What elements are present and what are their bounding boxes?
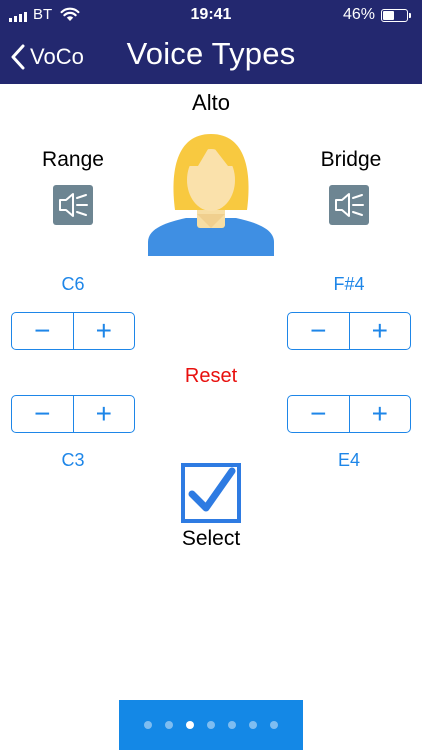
page-dot[interactable] (207, 721, 215, 729)
page-dot[interactable] (144, 721, 152, 729)
select-checkbox[interactable] (181, 463, 241, 523)
page-dot[interactable] (165, 721, 173, 729)
decrement-button[interactable]: − (288, 396, 349, 432)
increment-button[interactable]: + (348, 396, 411, 432)
page-dot[interactable] (270, 721, 278, 729)
increment-button[interactable]: + (72, 396, 135, 432)
page-dot[interactable] (228, 721, 236, 729)
page-indicator (119, 700, 303, 750)
reset-button[interactable]: Reset (0, 365, 422, 388)
checkmark-icon (188, 467, 236, 512)
page-dot[interactable] (186, 721, 194, 729)
select-label: Select (181, 527, 241, 550)
bridge-low-stepper[interactable]: − + (287, 395, 411, 433)
range-play-button[interactable] (53, 185, 93, 225)
bridge-high-stepper[interactable]: − + (287, 312, 411, 350)
bridge-play-button[interactable] (329, 185, 369, 225)
decrement-button[interactable]: − (12, 396, 73, 432)
decrement-button[interactable]: − (12, 313, 73, 349)
page-title: Voice Types (126, 36, 296, 71)
range-high-note: C6 (61, 274, 85, 294)
alto-avatar-icon (148, 134, 274, 256)
speaker-icon (335, 193, 364, 217)
bridge-label: Bridge (320, 148, 382, 171)
bridge-high-note: F#4 (333, 274, 365, 294)
voice-type-name: Alto (192, 90, 230, 115)
range-low-stepper[interactable]: − + (11, 395, 135, 433)
status-bar: BT 19:41 46% (0, 0, 422, 30)
speaker-icon (59, 193, 88, 217)
range-high-stepper[interactable]: − + (11, 312, 135, 350)
decrement-button[interactable]: − (288, 313, 349, 349)
navigation-header: BT 19:41 46% VoCo Voice Types (0, 0, 422, 84)
range-low-note: C3 (61, 450, 85, 470)
battery-icon (381, 9, 411, 22)
range-label: Range (42, 148, 104, 171)
bridge-low-note: E4 (337, 450, 361, 470)
page-dot[interactable] (249, 721, 257, 729)
increment-button[interactable]: + (348, 313, 411, 349)
increment-button[interactable]: + (72, 313, 135, 349)
battery-percentage: 46% (343, 6, 376, 23)
